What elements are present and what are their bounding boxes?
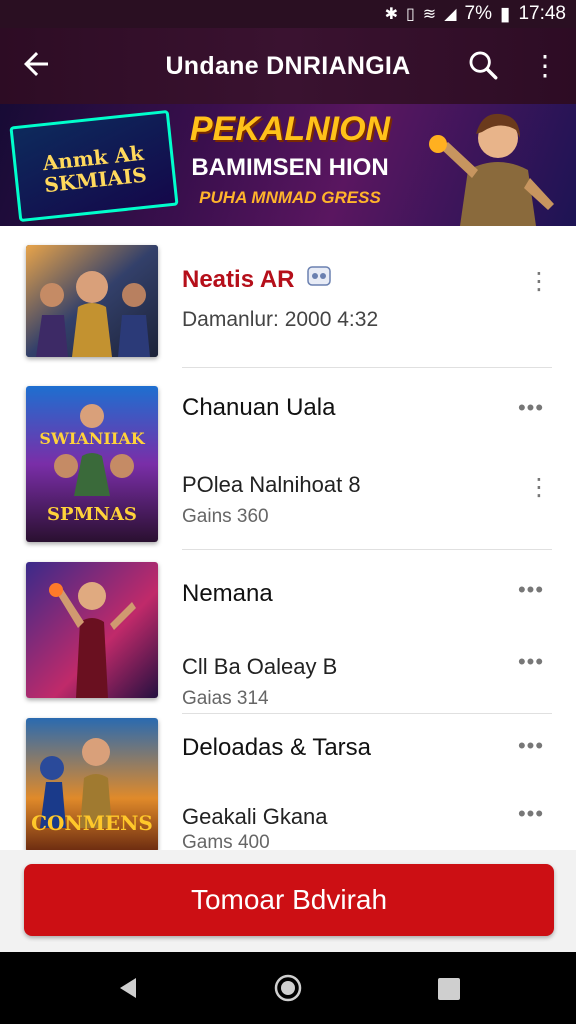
overflow-menu-icon[interactable]: ⋮ xyxy=(528,46,562,86)
game-thumbnail[interactable]: CONMENS xyxy=(26,718,158,850)
banner-sign-text: Anmk Ak SKMIAIS xyxy=(41,140,148,198)
banner-headline: PEKALNION xyxy=(189,110,391,148)
nav-recents-icon[interactable] xyxy=(438,978,460,1000)
game-thumbnail[interactable]: SWIANIIAK SPMNAS xyxy=(26,386,158,542)
banner-sign: Anmk Ak SKMIAIS xyxy=(9,109,179,223)
wifi-icon: ≋ xyxy=(422,6,437,23)
game-meta: Gams 400 xyxy=(182,832,270,850)
item-secondary-overflow-icon[interactable]: ••• xyxy=(516,651,546,673)
battery-icon: ▮ xyxy=(499,3,511,25)
item-secondary-overflow-icon[interactable]: ⋮ xyxy=(526,468,552,508)
game-title: Neatis AR xyxy=(182,266,295,293)
banner-subtitle: BAMIMSEN HION xyxy=(191,154,389,181)
game-subtitle: Cll Ba Oaleay B xyxy=(182,654,338,679)
system-nav-bar xyxy=(0,952,576,1024)
game-meta: Gains 360 xyxy=(182,506,269,527)
game-title: Nemana xyxy=(182,580,273,607)
item-secondary-overflow-icon[interactable]: ••• xyxy=(516,803,546,825)
promo-banner[interactable]: Anmk Ak SKMIAIS PEKALNION BAMIMSEN HION … xyxy=(0,104,576,226)
game-title: Deloadas & Tarsa xyxy=(182,734,371,761)
game-subtitle: POlea Nalnihoat 8 xyxy=(182,472,361,497)
game-detail: Damanlur: 2000 4:32 xyxy=(182,308,379,331)
primary-action-button[interactable]: Tomoar Bdvirah xyxy=(24,864,554,936)
nav-home-icon[interactable] xyxy=(274,974,302,1002)
list-item[interactable]: SWIANIIAK SPMNAS Chanuan Uala ••• POlea … xyxy=(0,368,576,550)
svg-text:CONMENS: CONMENS xyxy=(31,811,153,835)
bottom-action-area: Tomoar Bdvirah xyxy=(0,850,576,952)
app-bar: Undane DNRIANGIA ⋮ xyxy=(0,28,576,104)
clock: 17:48 xyxy=(518,3,566,24)
list-item[interactable]: Neatis AR Damanlur: 2000 4:32 ⋮ xyxy=(0,226,576,368)
svg-text:SWIANIIAK: SWIANIIAK xyxy=(39,429,145,448)
banner-tagline: PUHA MNMAD GRESS xyxy=(199,188,381,207)
gamepad-badge-icon xyxy=(307,266,331,286)
signal-icon: ◢ xyxy=(444,6,457,23)
item-overflow-icon[interactable]: ••• xyxy=(516,735,546,757)
game-list: Neatis AR Damanlur: 2000 4:32 ⋮ SWIANIIA… xyxy=(0,226,576,850)
game-meta: Gaias 314 xyxy=(182,688,269,709)
svg-text:SPMNAS: SPMNAS xyxy=(47,504,137,525)
nav-back-icon[interactable] xyxy=(116,976,140,1000)
back-arrow-icon[interactable] xyxy=(18,46,58,86)
battery-level: 7% xyxy=(464,3,492,24)
game-thumbnail[interactable] xyxy=(26,562,158,698)
page-title: Undane DNRIANGIA xyxy=(165,52,411,80)
vibrate-icon: ▯ xyxy=(405,6,415,23)
list-item[interactable]: CONMENS Deloadas & Tarsa ••• Geakali Gka… xyxy=(0,714,576,850)
game-thumbnail[interactable] xyxy=(26,245,158,357)
hero-character-image xyxy=(429,113,554,226)
bluetooth-icon: ✱ xyxy=(384,6,398,23)
game-title: Chanuan Uala xyxy=(182,394,336,421)
item-overflow-icon[interactable]: ⋮ xyxy=(526,262,552,302)
status-bar: ✱ ▯ ≋ ◢ 7% ▮ 17:48 xyxy=(0,0,576,28)
item-overflow-icon[interactable]: ••• xyxy=(516,579,546,601)
item-overflow-icon[interactable]: ••• xyxy=(516,397,546,419)
search-icon[interactable] xyxy=(466,48,500,82)
game-subtitle: Geakali Gkana xyxy=(182,804,328,829)
list-item[interactable]: Nemana ••• Cll Ba Oaleay B ••• Gaias 314 xyxy=(0,550,576,714)
